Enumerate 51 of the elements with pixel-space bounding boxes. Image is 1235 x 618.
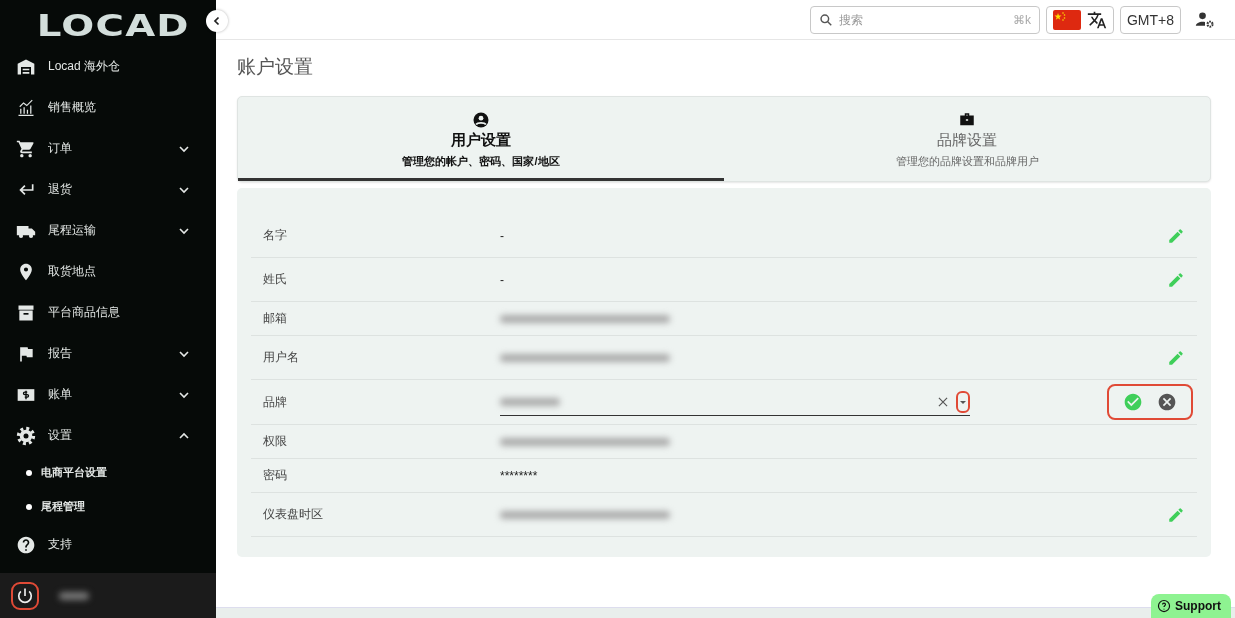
sidebar-subitem[interactable]: 电商平台设置 <box>0 456 216 490</box>
translate-icon <box>1086 9 1107 30</box>
field-label: 仪表盘时区 <box>263 506 324 523</box>
cancel-button[interactable] <box>1157 392 1177 412</box>
sidebar-item[interactable]: 支持 <box>0 524 216 565</box>
field-value: - <box>500 272 504 287</box>
sidebar-item[interactable]: Locad 海外仓 <box>0 46 216 87</box>
field-value: - <box>500 228 504 243</box>
help-icon <box>1157 599 1171 613</box>
sidebar-item[interactable]: 设置 <box>0 415 216 456</box>
shortcut-hint: ⌘k <box>1012 12 1031 27</box>
field-value: ******** <box>500 468 538 483</box>
field-label: 密码 <box>263 467 288 484</box>
tab-title: 品牌设置 <box>937 130 997 150</box>
page-title: 账户设置 <box>237 55 314 79</box>
tab-subtitle: 管理您的帐户、密码、国家/地区 <box>402 153 560 169</box>
field-label: 用户名 <box>263 349 300 366</box>
logo: LOCAD <box>36 8 190 42</box>
flag-icon <box>1052 9 1081 30</box>
dropdown-caret[interactable] <box>956 390 970 413</box>
power-button[interactable] <box>11 581 39 610</box>
brand-select[interactable] <box>500 388 970 416</box>
settings-icon <box>16 425 36 446</box>
language-button[interactable] <box>1045 5 1114 34</box>
field-label: 姓氏 <box>263 271 288 288</box>
tab-title: 用户设置 <box>451 130 511 150</box>
redacted-text <box>59 591 89 600</box>
support-button[interactable]: Support <box>1151 594 1231 618</box>
sidebar-item[interactable]: 账单 <box>0 374 216 415</box>
field-label: 权限 <box>263 433 288 450</box>
tab[interactable]: 品牌设置 管理您的品牌设置和品牌用户 <box>724 97 1210 181</box>
field-label: 邮箱 <box>263 310 288 327</box>
sidebar-item[interactable]: 报告 <box>0 333 216 374</box>
field-label: 名字 <box>263 227 288 244</box>
collapse-button[interactable] <box>206 10 228 32</box>
timezone-button[interactable]: GMT+8 <box>1119 5 1181 34</box>
help-icon <box>16 534 36 555</box>
sidebar-item[interactable]: 取货地点 <box>0 251 216 292</box>
tab-subtitle: 管理您的品牌设置和品牌用户 <box>895 153 1039 169</box>
chart-icon <box>16 97 36 118</box>
sidebar-item[interactable]: 销售概览 <box>0 87 216 128</box>
sidebar-item[interactable]: 订单 <box>0 128 216 169</box>
tab[interactable]: 用户设置 管理您的帐户、密码、国家/地区 <box>238 97 724 181</box>
cart-icon <box>16 138 36 159</box>
sidebar-subitem[interactable]: 尾程管理 <box>0 490 216 524</box>
sidebar-item[interactable]: 尾程运输 <box>0 210 216 251</box>
sidebar-item[interactable]: 退货 <box>0 169 216 210</box>
redacted-text <box>500 397 560 406</box>
user-icon <box>472 110 490 129</box>
field-label: 品牌 <box>263 393 288 411</box>
sidebar-item[interactable]: 平台商品信息 <box>0 292 216 333</box>
